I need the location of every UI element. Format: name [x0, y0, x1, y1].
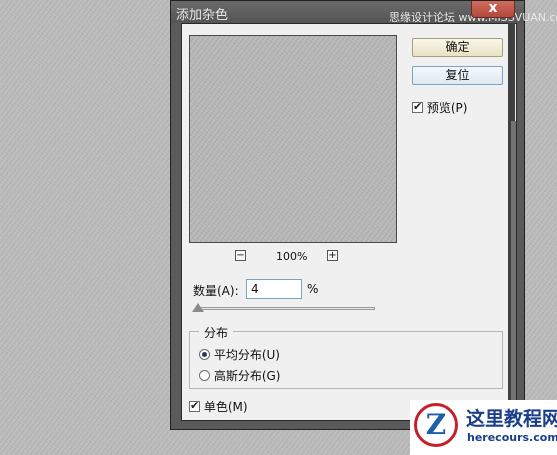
- radio-selected-dot: [202, 352, 207, 357]
- preview-checkbox-row[interactable]: ✔ 预览(P): [412, 99, 467, 116]
- monochrome-checkbox[interactable]: ✔: [189, 399, 200, 412]
- radio-gaussian[interactable]: 高斯分布(G): [199, 367, 281, 384]
- radio-uniform-button[interactable]: [199, 349, 210, 360]
- dialog-client-area: 确定 复位 ✔ 预览(P) − 100% + 数量(A): 4 % 分布 平均分…: [181, 23, 517, 421]
- logo-mark-letter: Z: [425, 408, 447, 441]
- close-button[interactable]: x: [471, 0, 515, 18]
- site-logo: Z 这里教程网 herecours.com: [410, 400, 557, 455]
- preview-checkbox[interactable]: ✔: [412, 100, 423, 113]
- zoom-out-button[interactable]: −: [235, 250, 246, 261]
- ok-button[interactable]: 确定: [412, 38, 503, 57]
- check-icon: ✔: [190, 399, 200, 412]
- amount-slider-track[interactable]: [199, 307, 375, 310]
- amount-unit: %: [307, 282, 319, 296]
- dialog-title: 添加杂色: [176, 8, 229, 23]
- zoom-in-button[interactable]: +: [327, 250, 338, 261]
- radio-uniform[interactable]: 平均分布(U): [199, 346, 280, 363]
- close-icon: x: [488, 0, 498, 16]
- dialog-titlebar[interactable]: 添加杂色 思缘设计论坛 www.MISSVUAN.com x: [171, 0, 557, 24]
- reset-button[interactable]: 复位: [412, 66, 503, 85]
- slider-thumb-icon[interactable]: [192, 303, 204, 312]
- distribution-group-title: 分布: [199, 324, 234, 341]
- monochrome-checkbox-row[interactable]: ✔ 单色(M): [189, 398, 248, 415]
- radio-uniform-label: 平均分布(U): [213, 348, 280, 362]
- check-icon: ✔: [413, 100, 423, 113]
- logo-mark-icon: Z: [414, 403, 458, 447]
- noise-preview-image[interactable]: [189, 35, 397, 243]
- add-noise-dialog: 添加杂色 思缘设计论坛 www.MISSVUAN.com x 确定 复位 ✔ 预…: [170, 0, 557, 430]
- logo-name: 这里教程网: [466, 408, 557, 430]
- preview-checkbox-label: 预览(P): [426, 101, 468, 115]
- radio-gaussian-button[interactable]: [199, 370, 210, 381]
- radio-gaussian-label: 高斯分布(G): [213, 369, 281, 383]
- zoom-level: 100%: [276, 250, 308, 263]
- logo-url: herecours.com: [467, 431, 557, 444]
- amount-label: 数量(A):: [193, 284, 239, 298]
- amount-input[interactable]: 4: [246, 279, 302, 299]
- zoom-out-icon: −: [236, 250, 245, 261]
- monochrome-checkbox-label: 单色(M): [203, 400, 248, 414]
- scrollbar-thumb[interactable]: [511, 121, 516, 421]
- zoom-in-icon: +: [328, 250, 337, 261]
